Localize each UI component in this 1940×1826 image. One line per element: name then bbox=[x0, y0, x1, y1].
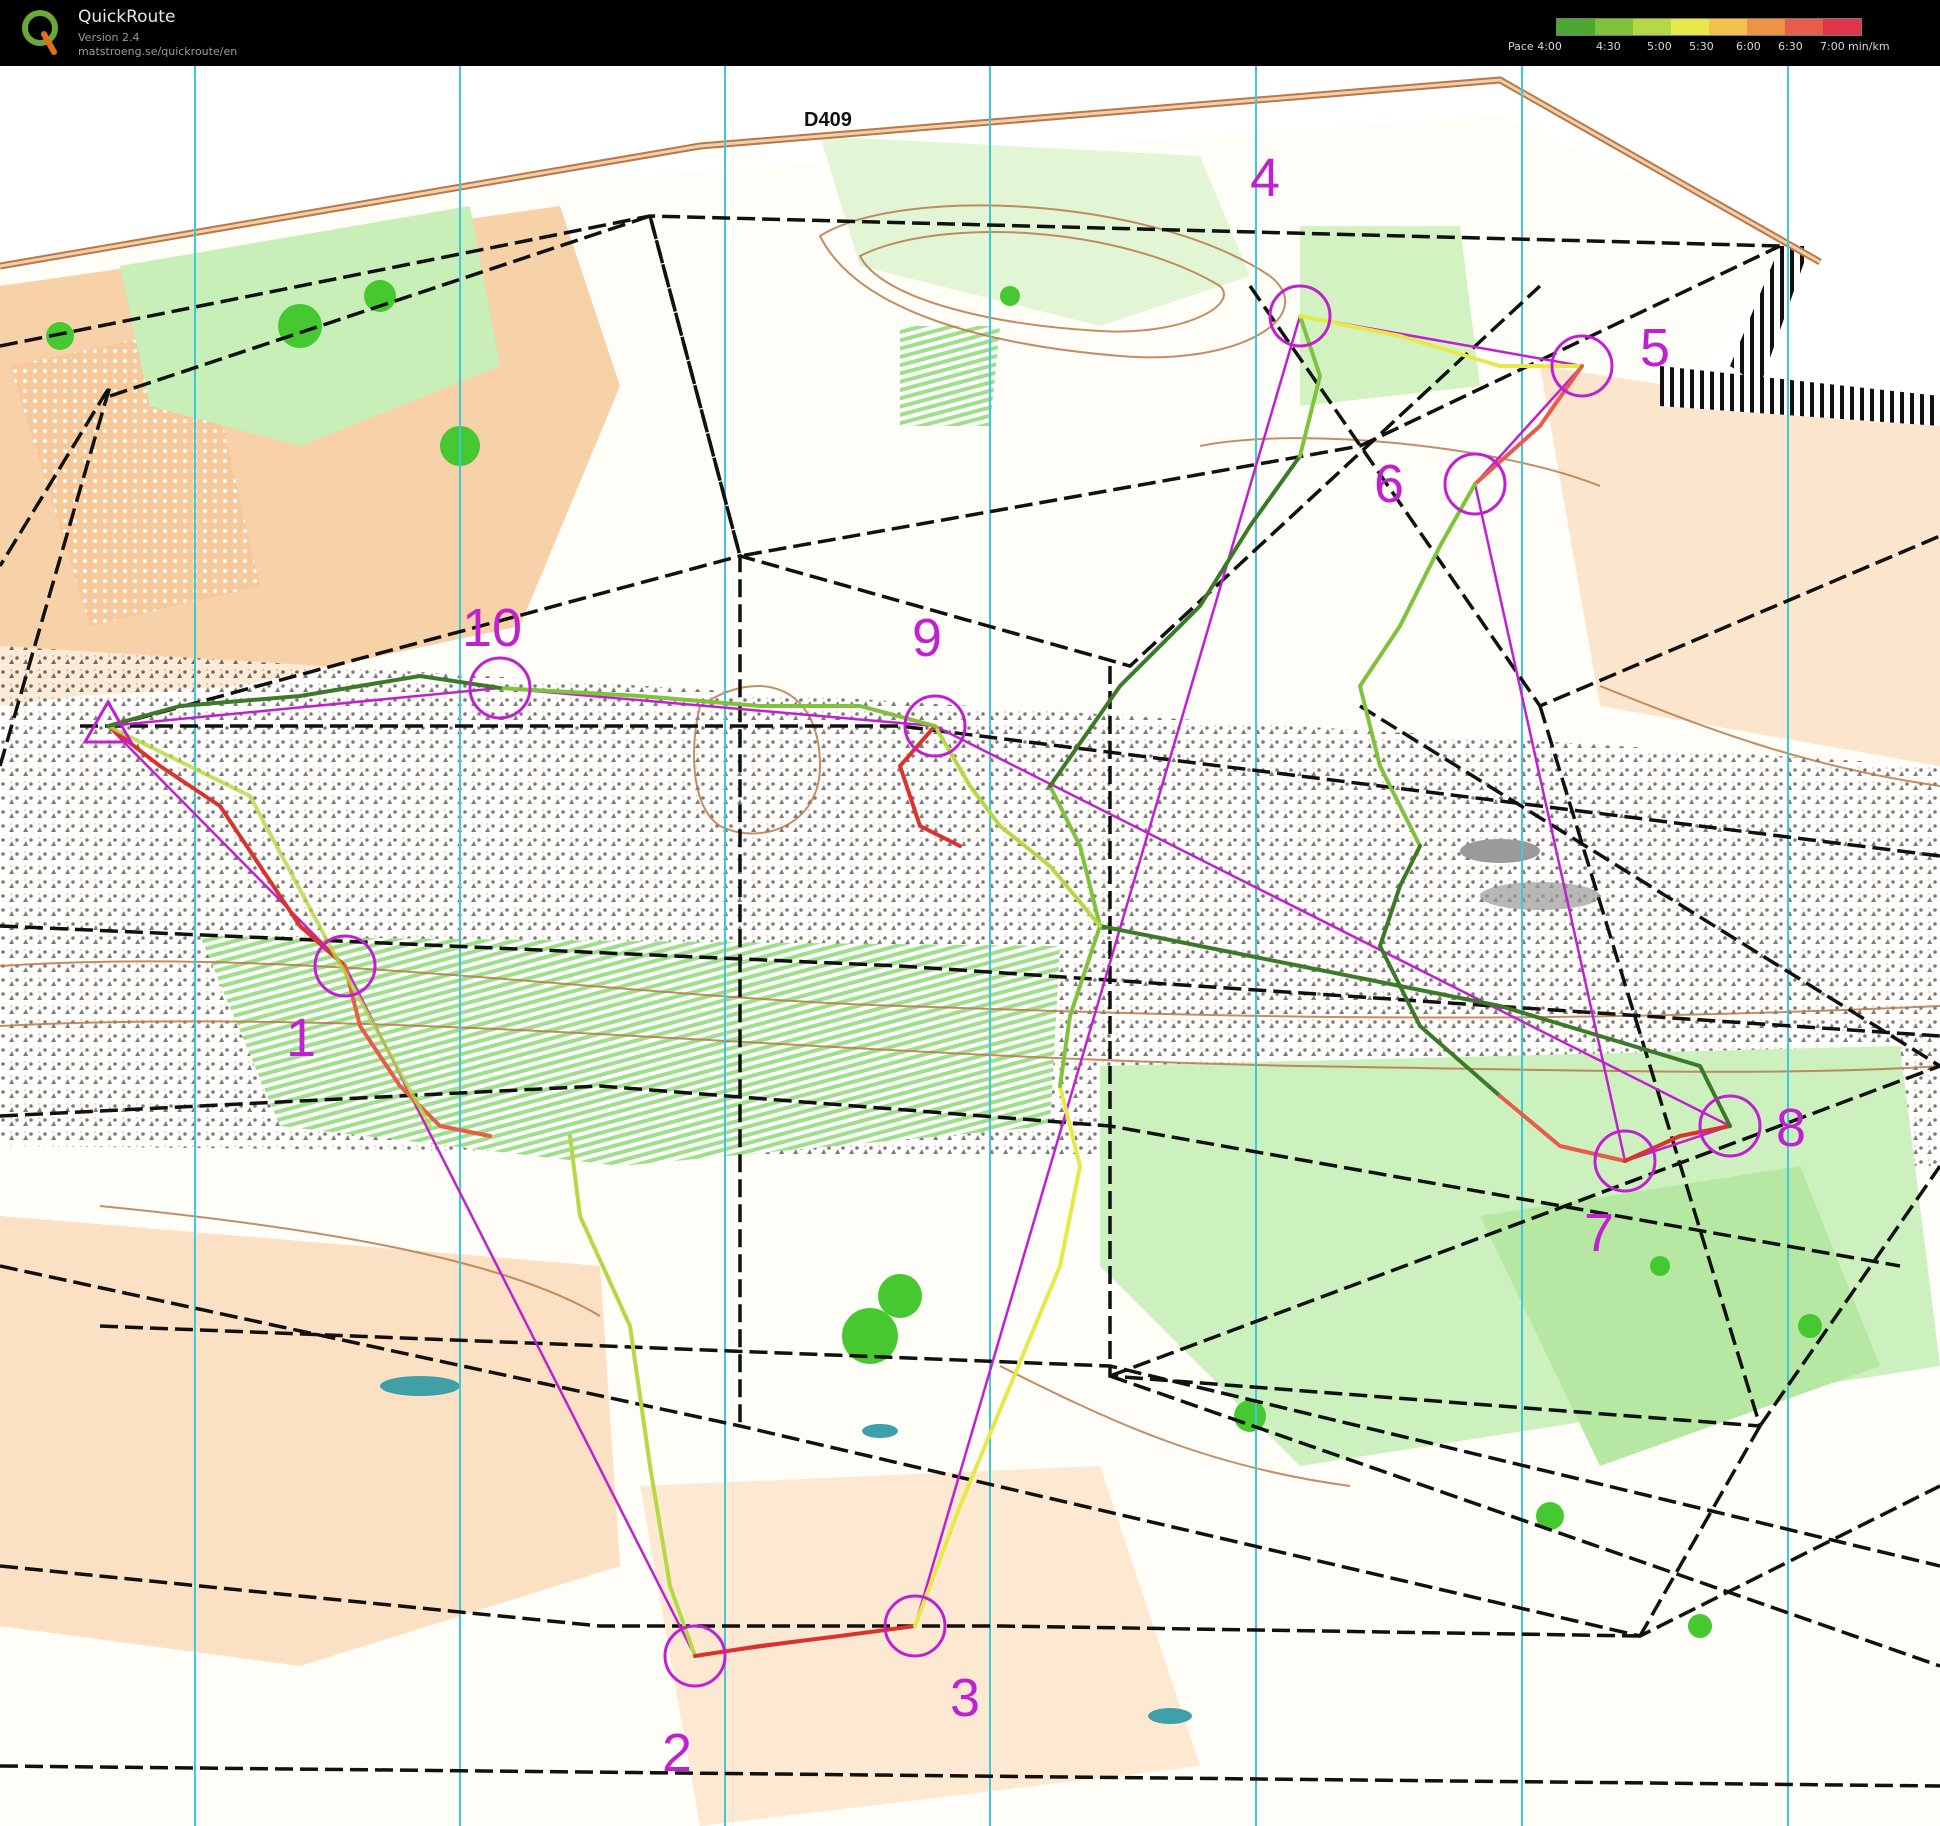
pace-label: 5:30 bbox=[1689, 40, 1714, 53]
map-canvas[interactable]: D409 1 2 3 4 5 6 7 8 9 10 bbox=[0, 66, 1940, 1826]
control-4-label: 4 bbox=[1250, 148, 1280, 208]
control-2-label: 2 bbox=[662, 1723, 692, 1783]
pace-color-segment bbox=[1747, 19, 1785, 35]
control-5-label: 5 bbox=[1640, 318, 1670, 378]
pace-color-scale bbox=[1556, 18, 1862, 36]
control-1-label: 1 bbox=[286, 1008, 316, 1068]
quickroute-logo-icon bbox=[22, 10, 58, 55]
app-version: Version 2.4 bbox=[78, 31, 140, 44]
pace-color-segment bbox=[1557, 19, 1595, 35]
pace-label: 7:00 bbox=[1820, 40, 1845, 53]
orienteering-map[interactable]: D409 1 2 3 4 5 6 7 8 9 10 bbox=[0, 66, 1940, 1826]
app-title: QuickRoute bbox=[78, 7, 176, 27]
app-header: QuickRoute Version 2.4 matstroeng.se/qui… bbox=[0, 0, 1940, 66]
pace-color-segment bbox=[1785, 19, 1823, 35]
road-label: D409 bbox=[804, 109, 852, 131]
control-7-label: 7 bbox=[1584, 1203, 1614, 1263]
pace-label: 5:00 bbox=[1647, 40, 1672, 53]
control-6-label: 6 bbox=[1374, 454, 1404, 514]
pace-label: min/km bbox=[1848, 40, 1890, 53]
control-3-label: 3 bbox=[950, 1668, 980, 1728]
pace-label: 6:30 bbox=[1778, 40, 1803, 53]
pace-label: 4:30 bbox=[1596, 40, 1621, 53]
control-9-label: 9 bbox=[912, 608, 942, 668]
control-10-label: 10 bbox=[462, 598, 522, 658]
pace-color-segment bbox=[1595, 19, 1633, 35]
pace-color-segment bbox=[1709, 19, 1747, 35]
app-url-link[interactable]: matstroeng.se/quickroute/en bbox=[78, 45, 237, 58]
pace-color-segment bbox=[1823, 19, 1861, 35]
pace-label: Pace 4:00 bbox=[1508, 40, 1562, 53]
pace-label: 6:00 bbox=[1736, 40, 1761, 53]
pace-color-segment bbox=[1671, 19, 1709, 35]
control-8-label: 8 bbox=[1776, 1098, 1806, 1158]
pace-color-segment bbox=[1633, 19, 1671, 35]
